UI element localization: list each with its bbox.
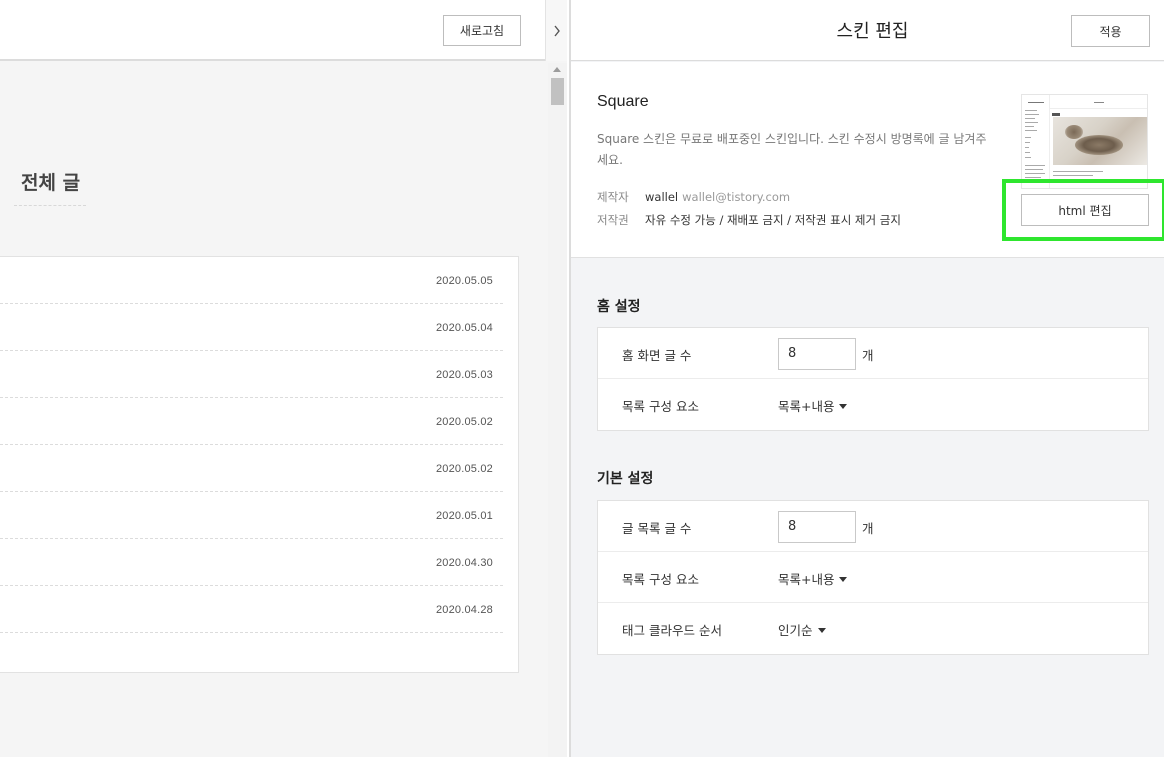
maker-name: wallel bbox=[645, 190, 679, 204]
tag-cloud-order-row: 태그 클라우드 순서 인기순 bbox=[598, 603, 1148, 654]
unit-label: 개 bbox=[862, 521, 874, 536]
apply-button[interactable]: 적용 bbox=[1071, 15, 1150, 47]
skin-license-row: 저작권 자유 수정 가능 / 재배포 금지 / 저작권 표시 제거 금지 bbox=[597, 212, 901, 228]
scroll-thumb[interactable] bbox=[551, 78, 564, 105]
maker-label: 제작자 bbox=[597, 190, 629, 204]
setting-label: 목록 구성 요소 bbox=[622, 399, 699, 414]
list-post-count-input[interactable]: 8 bbox=[778, 511, 856, 543]
license-text: 자유 수정 가능 / 재배포 금지 / 저작권 표시 제거 금지 bbox=[645, 213, 901, 227]
thumbnail-cat-head bbox=[1065, 125, 1083, 139]
skin-description: Square 스킨은 무료로 배포중인 스킨입니다. 스킨 수정시 방명록에 글… bbox=[597, 132, 987, 167]
unit-label: 개 bbox=[862, 348, 874, 363]
skin-maker-row: 제작자 wallel wallel@tistory.com bbox=[597, 189, 790, 205]
editor-header: 스킨 편집 적용 bbox=[571, 0, 1164, 61]
tag-cloud-order-select[interactable]: 인기순 bbox=[778, 620, 826, 639]
home-list-element-row: 목록 구성 요소 목록+내용 bbox=[598, 379, 1148, 430]
blog-preview-pane: 새로고침 전체 글 2020.05.05 2020.05.04 2020.05.03… bbox=[0, 0, 567, 757]
basic-settings-title: 기본 설정 bbox=[597, 471, 654, 487]
preview-toolbar: 새로고침 bbox=[0, 0, 567, 61]
post-list: 2020.05.05 2020.05.04 2020.05.03 2020.05.02… bbox=[0, 256, 519, 673]
list-item[interactable]: 2020.05.02 bbox=[0, 398, 503, 445]
skin-info-panel: Square Square 스킨은 무료로 배포중인 스킨입니다. 스킨 수정시… bbox=[571, 62, 1164, 258]
thumbnail-sidebar bbox=[1022, 95, 1050, 188]
list-item[interactable]: 2020.05.04 bbox=[0, 304, 503, 351]
select-value: 인기순 bbox=[778, 623, 813, 638]
basic-settings-card: 글 목록 글 수 8 개 목록 구성 요소 목록+내용 태그 클라우드 순서 인… bbox=[597, 500, 1149, 655]
skin-name: Square bbox=[597, 93, 649, 110]
skin-thumbnail bbox=[1021, 94, 1148, 189]
html-edit-button[interactable]: html 편집 bbox=[1021, 194, 1149, 226]
caret-down-icon bbox=[839, 577, 848, 582]
refresh-button[interactable]: 새로고침 bbox=[443, 15, 521, 46]
setting-label: 태그 클라우드 순서 bbox=[622, 623, 722, 638]
post-date: 2020.05.01 bbox=[435, 510, 493, 522]
license-label: 저작권 bbox=[597, 213, 629, 227]
post-date: 2020.05.05 bbox=[435, 275, 493, 287]
list-item[interactable]: 2020.04.28 bbox=[0, 586, 503, 633]
setting-label: 글 목록 글 수 bbox=[622, 521, 692, 536]
thumbnail-cat-photo bbox=[1053, 117, 1147, 165]
collapse-panel-button[interactable] bbox=[545, 0, 567, 61]
home-post-count-row: 홈 화면 글 수 8 개 bbox=[598, 328, 1148, 379]
select-value: 목록+내용 bbox=[778, 399, 835, 414]
post-date: 2020.04.30 bbox=[435, 557, 493, 569]
setting-label: 목록 구성 요소 bbox=[622, 572, 699, 587]
thumbnail-header bbox=[1050, 95, 1147, 109]
post-date: 2020.04.28 bbox=[435, 604, 493, 616]
basic-list-element-select[interactable]: 목록+내용 bbox=[778, 569, 848, 588]
list-item[interactable]: 2020.05.05 bbox=[0, 257, 503, 304]
home-post-count-input[interactable]: 8 bbox=[778, 338, 856, 370]
basic-list-element-row: 목록 구성 요소 목록+내용 bbox=[598, 552, 1148, 603]
thumbnail-cat-body bbox=[1075, 135, 1123, 155]
section-title: 전체 글 bbox=[21, 172, 81, 194]
skin-editor-pane: 스킨 편집 적용 Square Square 스킨은 무료로 배포중인 스킨입니… bbox=[569, 0, 1164, 757]
list-item[interactable]: 2020.05.01 bbox=[0, 492, 503, 539]
chevron-right-icon bbox=[553, 25, 560, 36]
post-date: 2020.05.04 bbox=[435, 322, 493, 334]
caret-down-icon bbox=[839, 404, 848, 409]
list-item[interactable]: 2020.04.30 bbox=[0, 539, 503, 586]
home-settings-title: 홈 설정 bbox=[597, 299, 641, 315]
section-title-divider bbox=[14, 205, 86, 206]
preview-scrollbar[interactable] bbox=[548, 63, 567, 757]
post-date: 2020.05.02 bbox=[435, 416, 493, 428]
caret-down-icon bbox=[817, 628, 826, 633]
list-item[interactable]: 2020.05.03 bbox=[0, 351, 503, 398]
scroll-up-arrow-icon[interactable] bbox=[553, 67, 561, 72]
maker-email: wallel@tistory.com bbox=[682, 190, 791, 204]
basic-post-count-row: 글 목록 글 수 8 개 bbox=[598, 501, 1148, 552]
list-item[interactable]: 2020.05.02 bbox=[0, 445, 503, 492]
select-value: 목록+내용 bbox=[778, 572, 835, 587]
post-date: 2020.05.02 bbox=[435, 463, 493, 475]
home-settings-card: 홈 화면 글 수 8 개 목록 구성 요소 목록+내용 bbox=[597, 327, 1149, 431]
home-list-element-select[interactable]: 목록+내용 bbox=[778, 396, 848, 415]
setting-label: 홈 화면 글 수 bbox=[622, 348, 692, 363]
post-date: 2020.05.03 bbox=[435, 369, 493, 381]
